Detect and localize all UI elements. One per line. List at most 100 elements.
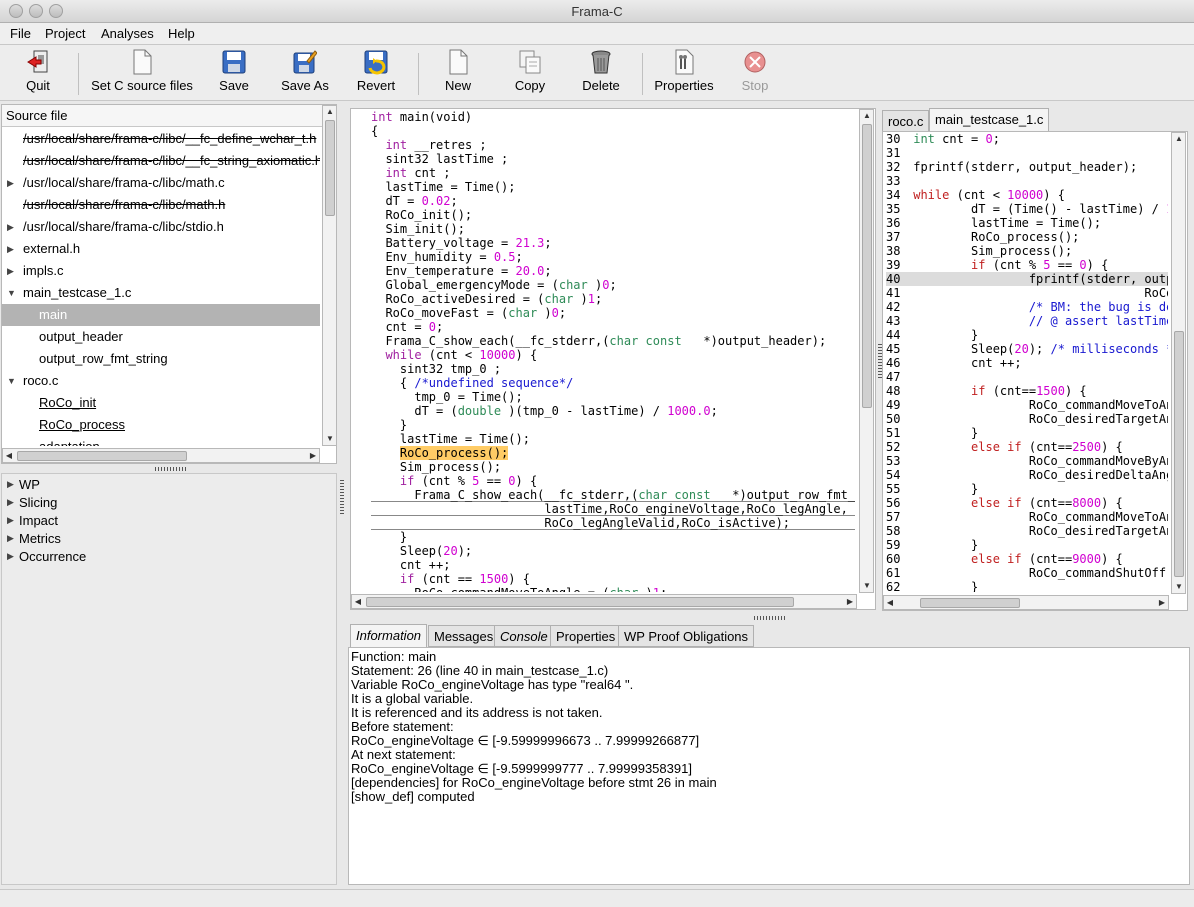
source-line[interactable]: 56 else if (cnt==8000) { — [886, 496, 1168, 510]
file-item[interactable]: ▶ /usr/local/share/frama-c/libc/math.c — [2, 172, 320, 194]
source-line[interactable]: 48 if (cnt==1500) { — [886, 384, 1168, 398]
source-line[interactable]: 44 } — [886, 328, 1168, 342]
plugin-slicing[interactable]: ▶ Slicing — [7, 495, 307, 513]
code-line[interactable]: tmp_0 = Time(); — [371, 390, 855, 404]
code-line[interactable]: sint32 lastTime ; — [371, 152, 855, 166]
code-line[interactable]: dT = 0.02; — [371, 194, 855, 208]
collapsed-arrow-icon[interactable]: ▶ — [7, 515, 14, 526]
center-hscrollbar[interactable]: ◀ ▶ — [351, 594, 857, 609]
code-line[interactable]: cnt = 0; — [371, 320, 855, 334]
collapsed-arrow-icon[interactable]: ▶ — [7, 260, 14, 282]
source-line[interactable]: 37 RoCo_process(); — [886, 230, 1168, 244]
plugin-metrics[interactable]: ▶ Metrics — [7, 531, 307, 549]
delete-button[interactable]: Delete — [580, 49, 622, 93]
pane-splitter[interactable] — [340, 480, 344, 514]
source-line[interactable]: 53 RoCo_commandMoveByAn — [886, 454, 1168, 468]
collapsed-arrow-icon[interactable]: ▶ — [7, 479, 14, 490]
collapsed-arrow-icon[interactable]: ▶ — [7, 172, 14, 194]
code-line[interactable]: RoCo_moveFast = (char )0; — [371, 306, 855, 320]
source-line[interactable]: 45 Sleep(20); /* milliseconds * — [886, 342, 1168, 356]
tab-information[interactable]: Information — [350, 624, 428, 648]
pane-splitter[interactable] — [155, 467, 187, 471]
source-line[interactable]: 62 } — [886, 580, 1168, 592]
tab-console[interactable]: Console — [494, 625, 554, 647]
collapsed-arrow-icon[interactable]: ▶ — [7, 551, 14, 562]
source-line[interactable]: 32 fprintf(stderr, output_header); — [886, 160, 1168, 174]
file-item[interactable]: ▶ /usr/local/share/frama-c/libc/stdio.h — [2, 216, 320, 238]
tab-main-testcase-1-c[interactable]: main_testcase_1.c — [929, 108, 1050, 132]
file-item[interactable]: ▶ impls.c — [2, 260, 320, 282]
source-line[interactable]: 42 /* BM: the bug is de — [886, 300, 1168, 314]
source-hscrollbar[interactable]: ◀ ▶ — [2, 448, 320, 463]
code-line[interactable]: Sim_process(); — [371, 460, 855, 474]
tab-properties[interactable]: Properties — [550, 625, 622, 647]
source-line[interactable]: 57 RoCo_commandMoveToAn — [886, 510, 1168, 524]
code-line[interactable]: int __retres ; — [371, 138, 855, 152]
right-hscrollbar[interactable]: ◀ ▶ — [883, 595, 1169, 610]
code-line[interactable]: { /*undefined sequence*/ — [371, 376, 855, 390]
stop-button[interactable]: Stop — [737, 49, 773, 93]
source-line[interactable]: 58 RoCo_desiredTargetAn — [886, 524, 1168, 538]
center-hscroll-thumb[interactable] — [366, 597, 794, 607]
file-item[interactable]: /usr/local/share/frama-c/libc/math.h — [2, 194, 320, 216]
code-line[interactable]: if (cnt % 5 == 0) { — [371, 474, 855, 488]
file-item[interactable]: ▼ main_testcase_1.c — [2, 282, 320, 304]
collapsed-arrow-icon[interactable]: ▶ — [7, 533, 14, 544]
code-line[interactable]: lastTime,RoCo_engineVoltage,RoCo_legAngl… — [371, 502, 855, 516]
file-item[interactable]: /usr/local/share/frama-c/libc/__fc_strin… — [2, 150, 320, 172]
source-line[interactable]: 39 if (cnt % 5 == 0) { — [886, 258, 1168, 272]
center-vscroll-thumb[interactable] — [862, 124, 872, 408]
code-line[interactable]: dT = (double )(tmp_0 - lastTime) / 1000.… — [371, 404, 855, 418]
tab-roco-c[interactable]: roco.c — [882, 110, 930, 132]
function-item[interactable]: main — [2, 304, 320, 326]
code-line[interactable]: lastTime = Time(); — [371, 432, 855, 446]
function-item[interactable]: adaptation — [2, 436, 320, 446]
plugin-impact[interactable]: ▶ Impact — [7, 513, 307, 531]
menu-file[interactable]: File — [10, 26, 31, 41]
tab-messages[interactable]: Messages — [428, 625, 500, 647]
code-line[interactable]: if (cnt == 1500) { — [371, 572, 855, 586]
code-line[interactable]: Env_humidity = 0.5; — [371, 250, 855, 264]
file-item[interactable]: ▼ roco.c — [2, 370, 320, 392]
save-as-button[interactable]: Save As — [279, 49, 331, 93]
pane-splitter[interactable] — [754, 616, 786, 620]
source-file-header[interactable]: Source file — [2, 105, 322, 127]
source-line[interactable]: 34 while (cnt < 10000) { — [886, 188, 1168, 202]
menu-analyses[interactable]: Analyses — [101, 26, 154, 41]
code-line[interactable]: } — [371, 530, 855, 544]
new-button[interactable]: New — [440, 49, 476, 93]
right-hscroll-thumb[interactable] — [920, 598, 1020, 608]
source-line[interactable]: 30 int cnt = 0; — [886, 132, 1168, 146]
code-line[interactable]: Sim_init(); — [371, 222, 855, 236]
source-line[interactable]: 54 RoCo_desiredDeltaAng — [886, 468, 1168, 482]
code-line[interactable]: RoCo_init(); — [371, 208, 855, 222]
tab-wp-proof-obligations[interactable]: WP Proof Obligations — [618, 625, 755, 647]
code-line[interactable]: RoCo_legAngleValid,RoCo_isActive); — [371, 516, 855, 530]
collapsed-arrow-icon[interactable]: ▶ — [7, 238, 14, 260]
save-button[interactable]: Save — [216, 49, 252, 93]
collapsed-arrow-icon[interactable]: ▶ — [7, 497, 14, 508]
normalized-code-view[interactable]: int main(void){ int __retres ; sint32 la… — [371, 110, 855, 592]
source-line[interactable]: 51 } — [886, 426, 1168, 440]
code-line[interactable]: while (cnt < 10000) { — [371, 348, 855, 362]
source-line[interactable]: 50 RoCo_desiredTargetAn — [886, 412, 1168, 426]
source-line[interactable]: 41 RoCo — [886, 286, 1168, 300]
copy-button[interactable]: Copy — [512, 49, 548, 93]
code-line[interactable]: Frama_C_show_each(__fc_stderr,(char cons… — [371, 334, 855, 348]
plugin-occurrence[interactable]: ▶ Occurrence — [7, 549, 307, 567]
source-line[interactable]: 60 else if (cnt==9000) { — [886, 552, 1168, 566]
quit-button[interactable]: Quit — [20, 49, 56, 93]
close-window-icon[interactable] — [9, 4, 23, 18]
center-vscrollbar[interactable]: ▲ ▼ — [859, 109, 874, 593]
file-item[interactable]: /usr/local/share/frama-c/libc/__fc_defin… — [2, 128, 320, 150]
function-item[interactable]: RoCo_process — [2, 414, 320, 436]
plugin-wp[interactable]: ▶ WP — [7, 477, 307, 495]
code-line[interactable]: Sleep(20); — [371, 544, 855, 558]
code-line[interactable]: int cnt ; — [371, 166, 855, 180]
source-line[interactable]: 59 } — [886, 538, 1168, 552]
source-line[interactable]: 47 — [886, 370, 1168, 384]
code-line[interactable]: cnt ++; — [371, 558, 855, 572]
source-line[interactable]: 52 else if (cnt==2500) { — [886, 440, 1168, 454]
menu-help[interactable]: Help — [168, 26, 195, 41]
set-c-source-files-button[interactable]: Set C source files — [89, 49, 195, 93]
